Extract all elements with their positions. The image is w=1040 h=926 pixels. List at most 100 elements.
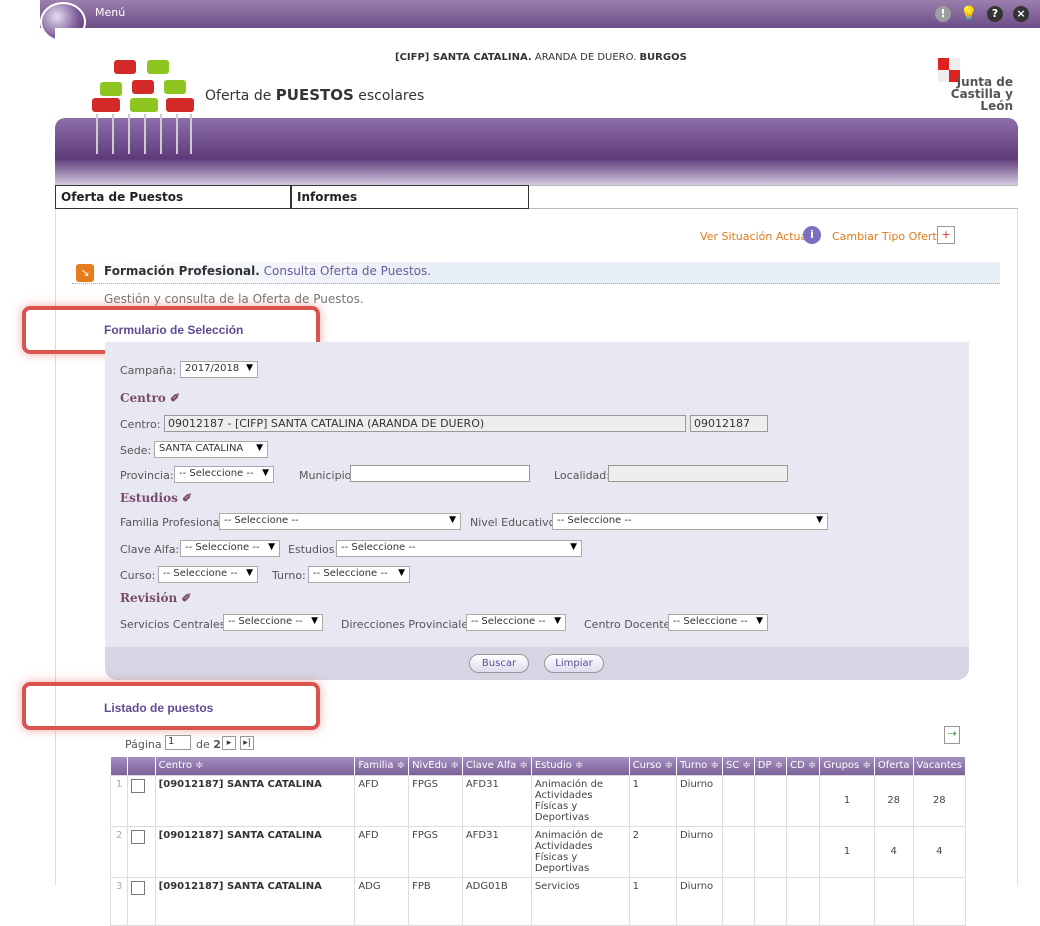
- cell-curso: 2: [628, 825, 677, 878]
- limpiar-button[interactable]: Limpiar: [544, 654, 604, 673]
- cell-grupos: 1: [819, 825, 875, 878]
- nivel-label: Nivel Educativo:: [470, 516, 560, 529]
- cell-centro: [09012187] SANTA CATALINA: [154, 825, 356, 878]
- col-icon: [127, 757, 156, 775]
- col-nivedu[interactable]: NivEdu ≑: [408, 757, 463, 775]
- col-turno[interactable]: Turno ≑: [676, 757, 723, 775]
- col-cd[interactable]: CD ≑: [786, 757, 821, 775]
- col-curso[interactable]: Curso ≑: [629, 757, 677, 775]
- menu-label[interactable]: Menú: [95, 6, 125, 19]
- table-row[interactable]: 3 [09012187] SANTA CATALINA ADG FPB ADG0…: [109, 876, 967, 926]
- servicios-select[interactable]: -- Seleccione -- ▼: [223, 614, 323, 631]
- nivel-select[interactable]: -- Seleccione -- ▼: [552, 513, 828, 530]
- buscar-button[interactable]: Buscar: [469, 654, 529, 673]
- row-detail-icon[interactable]: [127, 774, 156, 827]
- col-oferta: Oferta: [874, 757, 914, 775]
- curso-select[interactable]: -- Seleccione -- ▼: [158, 566, 258, 583]
- col-estudio[interactable]: Estudio ≑: [531, 757, 630, 775]
- cell-oferta: [873, 876, 914, 926]
- campana-label: Campaña:: [120, 364, 177, 377]
- campana-select[interactable]: 2017/2018 ▼: [180, 361, 258, 378]
- lightbulb-icon[interactable]: 💡: [960, 6, 977, 22]
- row-detail-icon[interactable]: [127, 876, 156, 926]
- info-circle-icon[interactable]: i: [803, 226, 821, 244]
- row-number: 2: [109, 825, 129, 878]
- cambiar-tipo-link[interactable]: Cambiar Tipo Oferta: [832, 230, 943, 243]
- export-icon[interactable]: ⇢: [944, 726, 960, 744]
- row-number: 3: [109, 876, 129, 926]
- cell-grupos: [819, 876, 875, 926]
- col-sc[interactable]: SC ≑: [722, 757, 755, 775]
- estudios-select[interactable]: -- Seleccione -- ▼: [336, 540, 582, 557]
- centro-field[interactable]: 09012187 - [CIFP] SANTA CATALINA (ARANDA…: [164, 415, 686, 432]
- familia-select[interactable]: -- Seleccione -- ▼: [219, 513, 461, 530]
- brand-text: Junta de Castilla y León: [950, 75, 1013, 113]
- centro-docente-select[interactable]: -- Seleccione -- ▼: [668, 614, 768, 631]
- cell-familia: ADG: [354, 876, 410, 926]
- change-type-icon[interactable]: +: [937, 226, 955, 244]
- cell-sc: [721, 876, 755, 926]
- ver-situacion-link[interactable]: Ver Situación Actual: [700, 230, 810, 243]
- next-page-icon[interactable]: ▸: [222, 736, 236, 750]
- col-grupos[interactable]: Grupos ≑: [819, 757, 875, 775]
- clave-select[interactable]: -- Seleccione -- ▼: [180, 540, 280, 557]
- cell-clave: AFD31: [461, 774, 532, 827]
- cell-familia: AFD: [354, 774, 410, 827]
- cell-cd: [786, 825, 821, 878]
- cell-nivedu: FPGS: [408, 825, 463, 878]
- sede-label: Sede:: [120, 444, 152, 457]
- centro-heading: Centro ✐: [120, 391, 181, 405]
- form-footer: [105, 647, 969, 680]
- localidad-input[interactable]: [608, 465, 788, 482]
- col-dp[interactable]: DP ≑: [754, 757, 788, 775]
- col-clave[interactable]: Clave Alfa ≑: [462, 757, 532, 775]
- cell-centro: [09012187] SANTA CATALINA: [154, 876, 356, 926]
- table-row[interactable]: 1 [09012187] SANTA CATALINA AFD FPGS AFD…: [109, 774, 967, 827]
- municipio-label: Municipio:: [299, 469, 356, 482]
- section-title: Formación Profesional. Consulta Oferta d…: [104, 264, 432, 278]
- localidad-label: Localidad:: [554, 469, 610, 482]
- cell-turno: Diurno: [675, 876, 723, 926]
- municipio-input[interactable]: [350, 465, 530, 482]
- close-icon[interactable]: ×: [1013, 6, 1029, 22]
- cell-dp: [753, 876, 788, 926]
- sede-select[interactable]: SANTA CATALINA ▼: [154, 441, 268, 458]
- top-menu-bar: [40, 0, 1040, 28]
- puestos-table: Centro ≑ Familia ≑ NivEdu ≑ Clave Alfa ≑…: [109, 757, 967, 926]
- cell-vacantes: 28: [912, 774, 967, 827]
- table-row[interactable]: 2 [09012187] SANTA CATALINA AFD FPGS AFD…: [109, 825, 967, 878]
- pagina-input[interactable]: 1: [165, 735, 191, 750]
- chairs-logo-icon: [92, 58, 202, 158]
- direcciones-label: Direcciones Provinciales:: [341, 618, 478, 631]
- col-familia[interactable]: Familia ≑: [354, 757, 410, 775]
- cell-grupos: 1: [819, 774, 875, 827]
- turno-select[interactable]: -- Seleccione -- ▼: [308, 566, 410, 583]
- direcciones-select[interactable]: -- Seleccione -- ▼: [466, 614, 566, 631]
- school-info: [CIFP] SANTA CATALINA. ARANDA DE DUERO. …: [395, 52, 687, 63]
- cell-sc: [721, 825, 755, 878]
- centro-code-field[interactable]: 09012187: [690, 415, 768, 432]
- col-centro[interactable]: Centro ≑: [155, 757, 356, 775]
- cell-oferta: 28: [873, 774, 914, 827]
- cell-turno: Diurno: [675, 825, 723, 878]
- cell-curso: 1: [628, 876, 677, 926]
- provincia-select[interactable]: -- Seleccione -- ▼: [174, 466, 274, 483]
- app-title: Oferta de PUESTOS escolares: [205, 86, 425, 104]
- help-icon[interactable]: ?: [987, 6, 1003, 22]
- clave-label: Clave Alfa:: [120, 543, 180, 556]
- last-page-icon[interactable]: ▸|: [240, 736, 254, 750]
- cell-sc: [721, 774, 755, 827]
- cell-estudio: Animación de Actividades Físicas y Depor…: [530, 825, 630, 878]
- cell-dp: [753, 774, 788, 827]
- info-icon[interactable]: !: [935, 6, 951, 22]
- cell-clave: ADG01B: [461, 876, 532, 926]
- cell-centro: [09012187] SANTA CATALINA: [154, 774, 356, 827]
- cell-cd: [786, 774, 821, 827]
- tab-informes[interactable]: Informes: [291, 185, 529, 209]
- cell-nivedu: FPGS: [408, 774, 463, 827]
- cell-curso: 1: [628, 774, 677, 827]
- tab-oferta-puestos[interactable]: Oferta de Puestos: [55, 185, 291, 209]
- row-detail-icon[interactable]: [127, 825, 156, 878]
- cell-vacantes: [912, 876, 967, 926]
- cell-vacantes: 4: [912, 825, 967, 878]
